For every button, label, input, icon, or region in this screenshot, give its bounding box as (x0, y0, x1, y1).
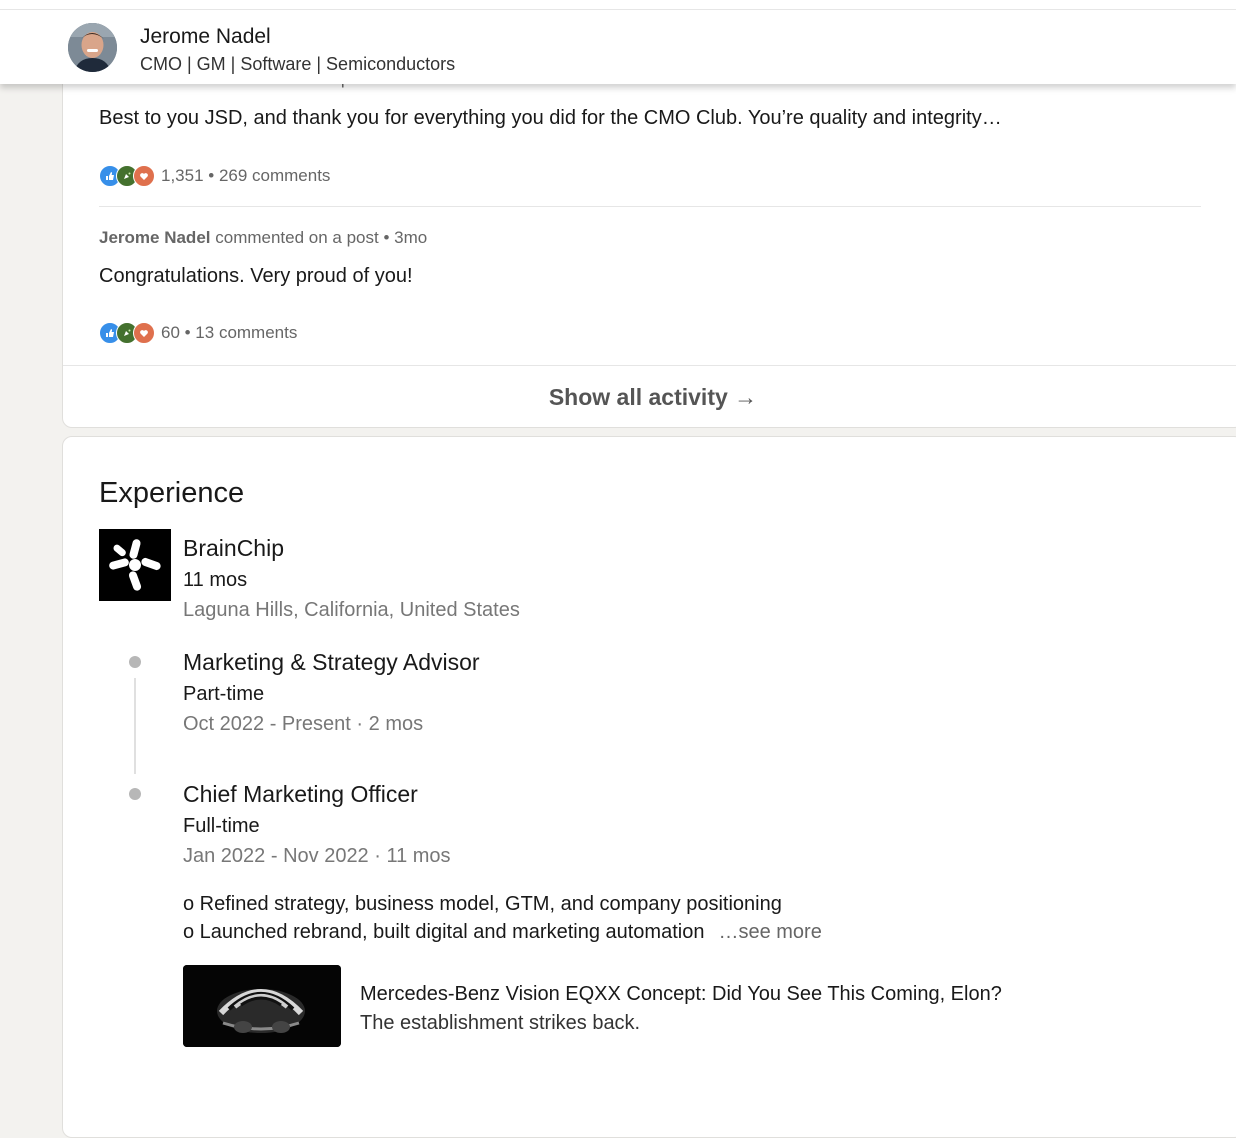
role-dates: Jan 2022 - Nov 2022 · 11 mos (183, 845, 451, 867)
avatar[interactable] (68, 23, 117, 72)
timeline-dot (129, 656, 141, 668)
role-description-line: o Launched rebrand, built digital and ma… (183, 921, 822, 944)
profile-headline: CMO | GM | Software | Semiconductors (140, 54, 456, 74)
love-icon (133, 322, 155, 344)
media-thumbnail[interactable] (183, 965, 341, 1047)
media-title[interactable]: Mercedes-Benz Vision EQXX Concept: Did Y… (360, 983, 1002, 1006)
experience-card: Experience BrainChip 11 mos Laguna Hills… (62, 436, 1236, 1138)
role-description-text: o Launched rebrand, built digital and ma… (183, 921, 705, 943)
reaction-stats[interactable]: 60 • 13 comments (161, 323, 297, 343)
reaction-icons (99, 322, 155, 344)
role-title: Chief Marketing Officer (183, 781, 418, 807)
reaction-summary[interactable]: 1,351 • 269 comments (99, 165, 330, 187)
activity-meta: Jerome Nadel commented on a post • 3mo (99, 228, 427, 248)
author-name[interactable]: Jerome Nadel (99, 228, 211, 247)
company-duration: 11 mos (183, 569, 248, 591)
activity-action: commented on a post • 3mo (215, 228, 428, 247)
see-more-link[interactable]: …see more (718, 921, 821, 943)
role-description-line: o Refined strategy, business model, GTM,… (183, 893, 782, 915)
timeline-dot (129, 788, 141, 800)
profile-name[interactable]: Jerome Nadel (140, 25, 271, 49)
company-name[interactable]: BrainChip (183, 535, 284, 562)
media-subtitle: The establishment strikes back. (360, 1012, 641, 1034)
timeline-line (134, 678, 136, 774)
reaction-icons (99, 165, 155, 187)
company-location: Laguna Hills, California, United States (183, 599, 520, 621)
role-type: Full-time (183, 815, 260, 837)
reaction-summary[interactable]: 60 • 13 comments (99, 322, 297, 344)
role-dates: Oct 2022 - Present · 2 mos (183, 713, 424, 735)
divider (0, 9, 1236, 10)
comment-text[interactable]: Best to you JSD, and thank you for every… (99, 107, 1002, 130)
company-logo[interactable] (99, 529, 171, 601)
reaction-stats[interactable]: 1,351 • 269 comments (161, 166, 330, 186)
divider (99, 206, 1201, 207)
comment-text[interactable]: Congratulations. Very proud of you! (99, 265, 413, 288)
show-all-activity-button[interactable]: Show all activity → (63, 365, 1236, 428)
role-title: Marketing & Strategy Advisor (183, 649, 480, 675)
role-type: Part-time (183, 683, 265, 705)
section-title: Experience (99, 477, 245, 509)
sticky-profile-header: Jerome Nadel CMO | GM | Software | Semic… (0, 0, 1236, 84)
show-all-activity-label: Show all activity → (548, 384, 758, 410)
love-icon (133, 165, 155, 187)
